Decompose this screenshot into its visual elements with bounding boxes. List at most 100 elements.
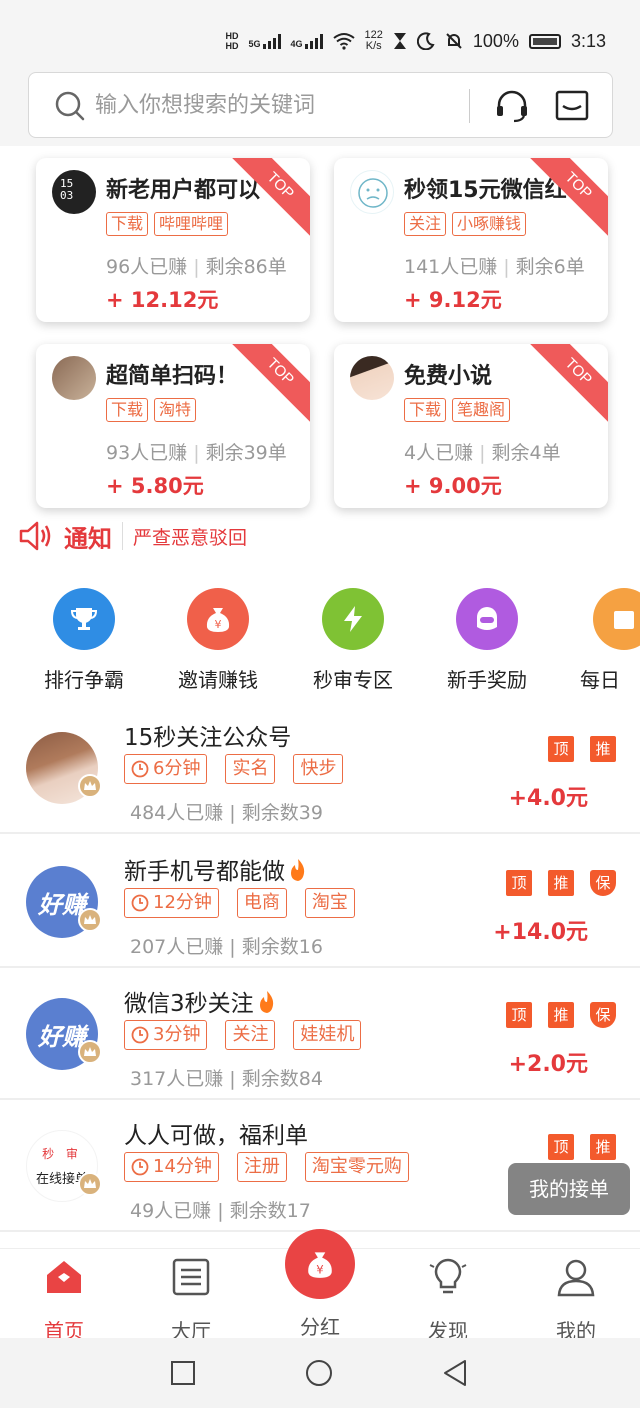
featured-card[interactable]: 超简单扫码！ 下载 淘特 93人已赚 | 剩余39单 + 5.80元 TOP: [36, 344, 310, 508]
crown-icon: [78, 774, 102, 798]
category-label: 新手奖励: [447, 668, 527, 692]
category-newbie[interactable]: 新手奖励: [427, 588, 547, 693]
fire-icon: [259, 991, 273, 1013]
task-tag: 快步: [293, 754, 344, 784]
svg-text:¥: ¥: [316, 1263, 323, 1277]
task-reward: +4.0元: [508, 786, 588, 811]
search-header: [0, 62, 640, 146]
time-tag: 14分钟: [124, 1152, 219, 1182]
nav-discover[interactable]: 发现: [398, 1257, 498, 1344]
fire-icon: [291, 859, 305, 881]
category-label: 邀请赚钱: [178, 668, 258, 692]
featured-card[interactable]: 秒领15元微信红 关注 小啄赚钱 141人已赚 | 剩余6单 + 9.12元 TOP: [334, 158, 608, 322]
task-row[interactable]: 15秒关注公众号 6分钟 实名 快步 484人已赚 | 剩余数39 顶 推 +4…: [0, 702, 640, 834]
search-input[interactable]: [95, 83, 475, 127]
task-tags: 12分钟 电商 淘宝: [124, 888, 355, 918]
task-tag: 淘宝零元购: [304, 1152, 409, 1182]
task-reward: +2.0元: [508, 1052, 588, 1077]
category-label: 每日: [580, 668, 620, 692]
task-title: 微信3秒关注: [124, 984, 278, 1018]
lightning-icon: [322, 588, 384, 650]
task-badges: 顶 推: [466, 1134, 616, 1160]
speaker-icon: [19, 521, 51, 551]
category-invite[interactable]: ¥ 邀请赚钱: [158, 588, 278, 693]
card-tag: 下载: [106, 212, 149, 236]
time-tag: 6分钟: [124, 754, 208, 784]
notice-bar[interactable]: 通知 严查恶意驳回: [18, 516, 618, 556]
notice-text: 严查恶意驳回: [133, 526, 248, 549]
top-badge: 顶: [548, 736, 574, 762]
time-tag: 3分钟: [124, 1020, 208, 1050]
task-tags: 3分钟 关注 娃娃机: [124, 1020, 362, 1050]
task-stats: 484人已赚 | 剩余数39: [130, 802, 323, 824]
search-bar[interactable]: [28, 72, 613, 138]
lightbulb-icon: [429, 1258, 467, 1294]
clock-icon: [131, 760, 149, 778]
money-bag-icon: ¥: [285, 1229, 355, 1299]
task-title: 新手机号都能做: [124, 852, 309, 886]
money-bag-icon: ¥: [187, 588, 249, 650]
featured-card[interactable]: 免费小说 下载 笔趣阁 4人已赚 | 剩余4单 + 9.00元 TOP: [334, 344, 608, 508]
featured-card[interactable]: 15 03 新老用户都可以 下载 哔哩哔哩 96人已赚 | 剩余86单 + 12.12…: [36, 158, 310, 322]
clock-icon: [131, 1158, 149, 1176]
back-icon[interactable]: [442, 1359, 468, 1387]
hourglass-icon: [393, 33, 406, 49]
nav-profile[interactable]: 我的: [526, 1257, 626, 1344]
card-avatar: 15 03: [52, 170, 96, 214]
task-tag: 淘宝: [304, 888, 355, 918]
clock-icon: [131, 1026, 149, 1044]
category-fast-review[interactable]: 秒审专区: [293, 588, 413, 693]
card-tag: 关注: [404, 212, 447, 236]
task-tag: 娃娃机: [293, 1020, 362, 1050]
card-avatar: [52, 356, 96, 400]
card-stats: 141人已赚 | 剩余6单: [404, 256, 585, 278]
mute-bell-icon: [446, 33, 462, 49]
guarantee-badge: 保: [590, 870, 616, 896]
task-tags: 14分钟 注册 淘宝零元购: [124, 1152, 409, 1182]
card-tags: 下载 哔哩哔哩: [106, 212, 229, 236]
notice-label: 通知: [64, 524, 112, 553]
category-ranking[interactable]: 排行争霸: [24, 588, 144, 693]
system-nav-bar: [0, 1338, 640, 1408]
task-row[interactable]: 好赚 新手机号都能做 12分钟 电商 淘宝 207人已赚 | 剩余数16 顶 推…: [0, 836, 640, 968]
search-divider: [469, 89, 470, 123]
nav-hall[interactable]: 大厅: [141, 1257, 241, 1344]
category-daily[interactable]: 每日: [561, 588, 640, 693]
task-stats: 207人已赚 | 剩余数16: [130, 936, 323, 958]
task-stats: 49人已赚 | 剩余数17: [130, 1200, 311, 1222]
card-tag: 淘特: [154, 398, 197, 422]
bottom-nav: 首页 大厅 ¥ 分红 发现 我的: [0, 1229, 640, 1343]
nav-home[interactable]: 首页: [14, 1257, 114, 1344]
nav-label: 分红: [300, 1315, 340, 1339]
customer-service-icon[interactable]: [495, 89, 529, 123]
my-orders-button[interactable]: 我的接单: [508, 1163, 630, 1215]
task-tag: 关注: [225, 1020, 276, 1050]
top-badge: 顶: [548, 1134, 574, 1160]
nav-dividend[interactable]: ¥ 分红: [270, 1229, 370, 1340]
clock-icon: [131, 894, 149, 912]
hd-indicator: HD HD: [225, 31, 239, 51]
card-reward: + 5.80元: [106, 474, 204, 498]
category-label: 秒审专区: [313, 668, 393, 692]
card-tag: 下载: [404, 398, 447, 422]
list-icon: [172, 1258, 210, 1296]
task-tags: 6分钟 实名 快步: [124, 754, 344, 784]
task-badges: 顶 推 保: [466, 1002, 616, 1028]
card-tags: 关注 小啄赚钱: [404, 212, 527, 236]
task-title: 人人可做，福利单: [124, 1123, 308, 1149]
battery-percent: 100%: [472, 30, 519, 51]
recent-apps-icon[interactable]: [170, 1360, 196, 1386]
message-icon[interactable]: [555, 90, 589, 122]
clock: 3:13: [570, 30, 606, 51]
daily-icon: [593, 588, 640, 650]
card-tag: 下载: [106, 398, 149, 422]
home-circle-icon[interactable]: [305, 1359, 333, 1387]
card-reward: + 9.00元: [404, 474, 502, 498]
crown-icon: [78, 1040, 102, 1064]
app-screen: HD HD 5G 4G 122 K/s 100% 3:13 输入你想搜索的关键词…: [0, 0, 640, 1408]
search-icon: [55, 91, 85, 121]
card-stats: 93人已赚 | 剩余39单: [106, 442, 287, 464]
task-row[interactable]: 好赚 微信3秒关注 3分钟 关注 娃娃机 317人已赚 | 剩余数84 顶 推 …: [0, 968, 640, 1100]
recommend-badge: 推: [590, 736, 616, 762]
crown-icon: [78, 908, 102, 932]
